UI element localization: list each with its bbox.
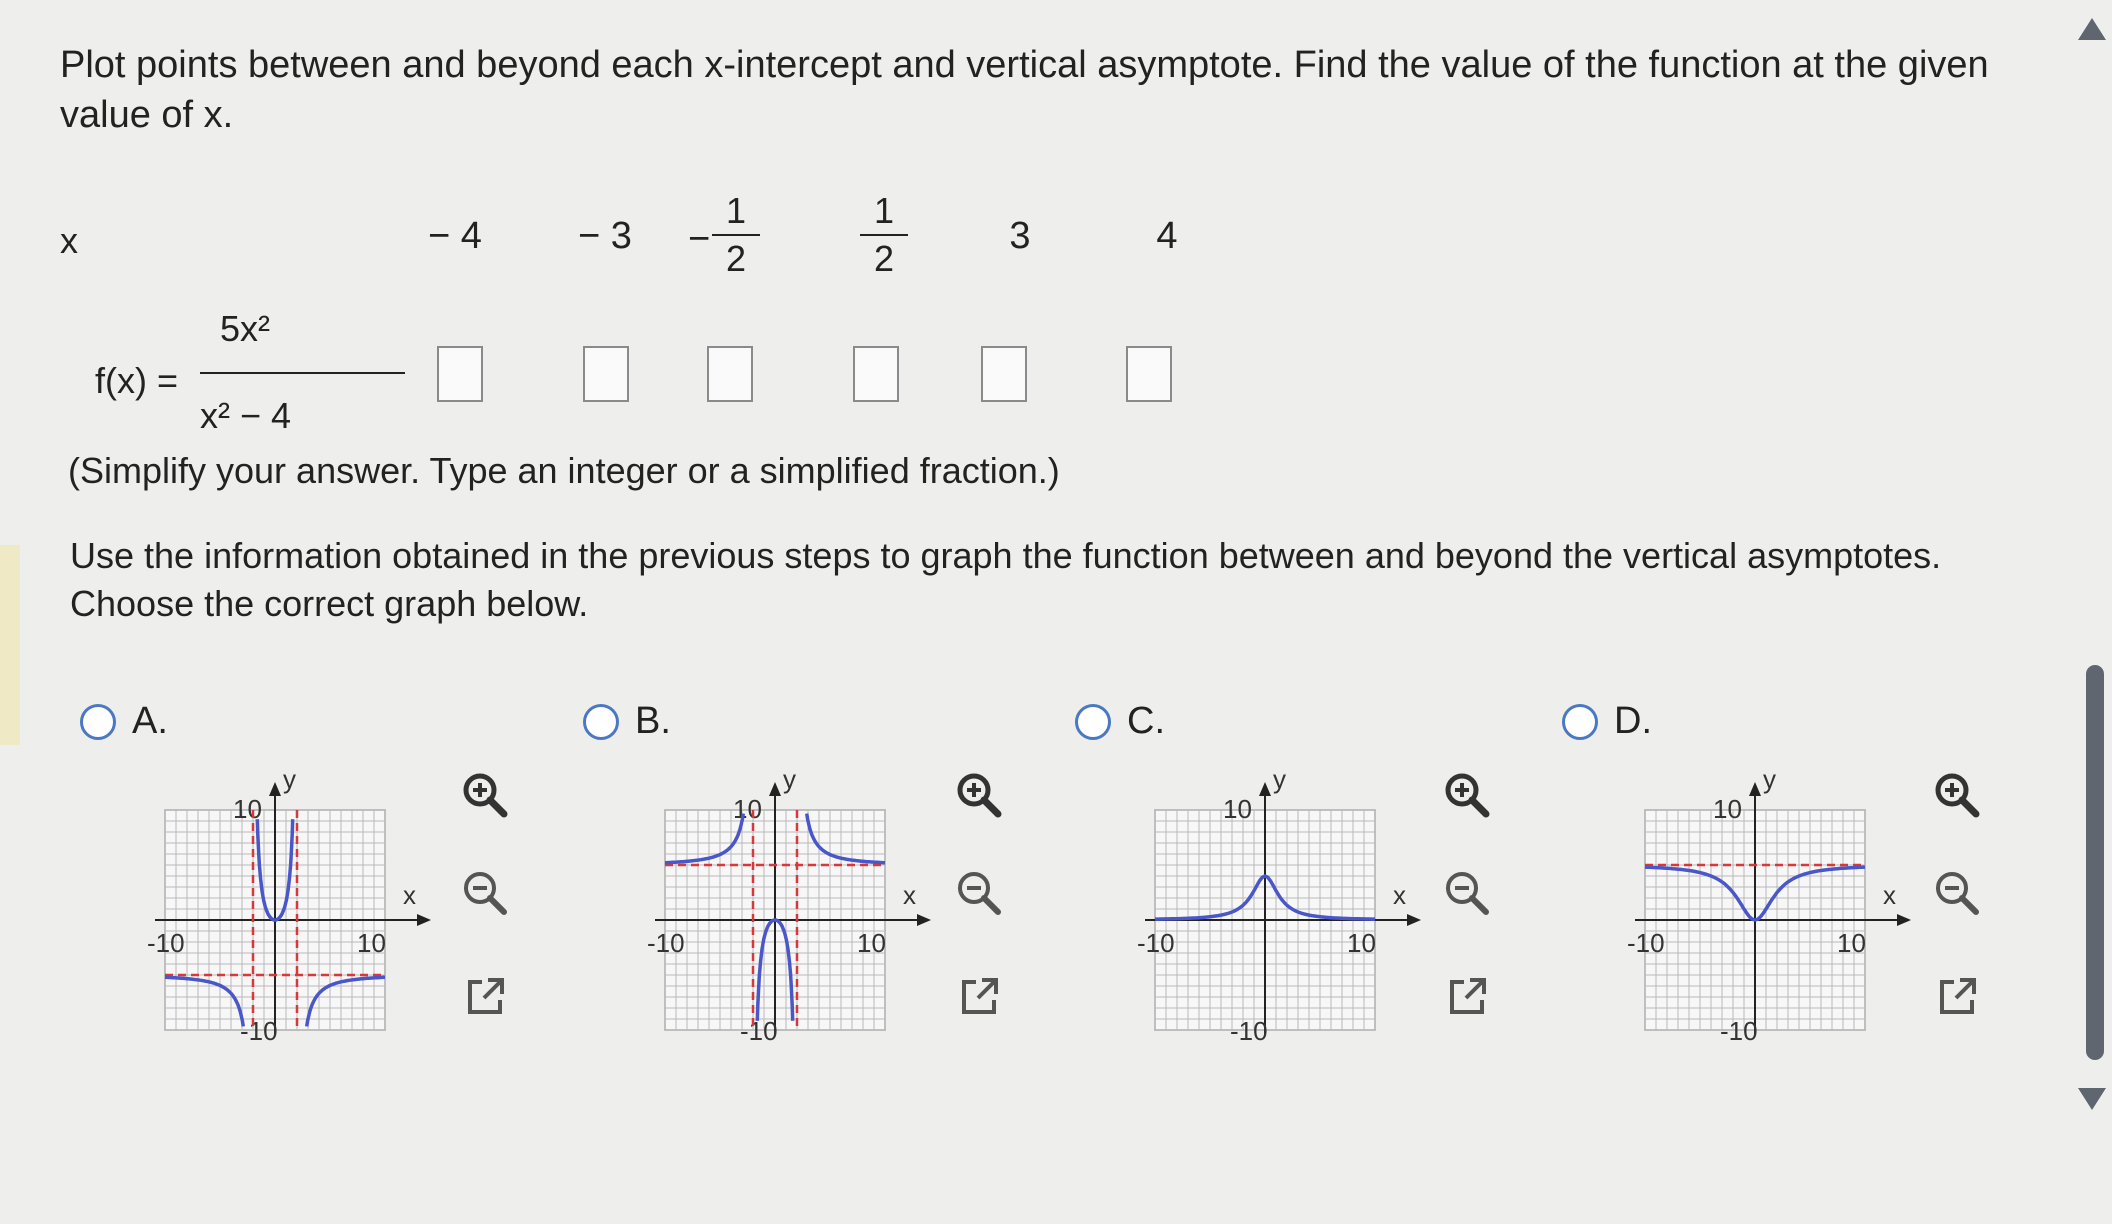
- zoom-out-icon[interactable]: [952, 866, 1008, 922]
- radio-d[interactable]: [1562, 703, 1598, 740]
- x-value-neg-half: 1 2: [706, 190, 766, 280]
- x-value-neg4: − 4: [428, 215, 482, 257]
- x-axis-arrow-icon: [417, 914, 431, 926]
- fraction-numerator: 1: [873, 190, 895, 231]
- y-tick-label-neg10: -10: [1720, 1016, 1758, 1046]
- radio-c[interactable]: [1075, 703, 1111, 740]
- answer-input-4[interactable]: [1126, 346, 1172, 402]
- y-tick-label-10: 10: [733, 794, 762, 824]
- scroll-up-arrow-icon[interactable]: [2078, 18, 2106, 40]
- external-link-icon[interactable]: [1440, 968, 1496, 1024]
- function-label: f(x) =: [95, 360, 179, 401]
- x-value-neg3: − 3: [578, 215, 632, 257]
- external-link-icon[interactable]: [458, 968, 514, 1024]
- x-value-half: 1 2: [854, 190, 914, 280]
- fraction-denominator: 2: [873, 238, 895, 279]
- x-tick-label-neg10: -10: [647, 928, 685, 958]
- x-axis-arrow-icon: [1407, 914, 1421, 926]
- external-link-icon[interactable]: [952, 968, 1008, 1024]
- y-axis-arrow-icon: [1749, 782, 1761, 796]
- x-row-label: x: [60, 220, 78, 261]
- y-axis-arrow-icon: [1259, 782, 1271, 796]
- graph-option-c: y x 10 -10 -10 10: [1137, 764, 1421, 1046]
- left-accent-bar: [0, 545, 20, 745]
- scroll-down-arrow-icon[interactable]: [2078, 1088, 2106, 1110]
- answer-input-neg-half[interactable]: [707, 346, 753, 402]
- x-axis-label: x: [903, 880, 916, 910]
- y-tick-label-neg10: -10: [240, 1016, 278, 1046]
- external-link-icon[interactable]: [1930, 968, 1986, 1024]
- option-a-label: A.: [132, 700, 168, 742]
- zoom-in-icon[interactable]: [952, 768, 1008, 824]
- answer-hint: (Simplify your answer. Type an integer o…: [68, 450, 1060, 491]
- x-axis-arrow-icon: [917, 914, 931, 926]
- answer-input-neg4[interactable]: [437, 346, 483, 402]
- radio-b[interactable]: [583, 703, 619, 740]
- x-axis-label: x: [1883, 880, 1896, 910]
- fraction-bar: [712, 234, 760, 236]
- zoom-in-icon[interactable]: [1440, 768, 1496, 824]
- x-axis-label: x: [403, 880, 416, 910]
- x-tick-label-10: 10: [857, 928, 886, 958]
- y-axis-arrow-icon: [769, 782, 781, 796]
- function-fraction-bar: [200, 372, 405, 374]
- scrollbar[interactable]: [2072, 0, 2112, 1224]
- x-axis-label: x: [1393, 880, 1406, 910]
- y-axis-label: y: [783, 764, 796, 794]
- option-c-label: C.: [1127, 700, 1165, 742]
- y-tick-label-10: 10: [1713, 794, 1742, 824]
- zoom-out-icon[interactable]: [458, 866, 514, 922]
- zoom-in-icon[interactable]: [1930, 768, 1986, 824]
- x-value-4: 4: [1156, 215, 1178, 257]
- question-prompt: Plot points between and beyond each x-in…: [60, 44, 1989, 136]
- fraction-denominator: 2: [725, 238, 747, 279]
- radio-a[interactable]: [80, 703, 116, 740]
- zoom-out-icon[interactable]: [1440, 866, 1496, 922]
- zoom-out-icon[interactable]: [1930, 866, 1986, 922]
- y-axis-label: y: [1763, 764, 1776, 794]
- graph-option-a: yx10-10-10 10: [147, 764, 431, 1046]
- option-c[interactable]: C.: [1075, 700, 1165, 743]
- x-tick-label-neg10: -10: [147, 928, 185, 958]
- y-axis-label: y: [283, 764, 296, 794]
- scrollbar-thumb[interactable]: [2086, 665, 2104, 1060]
- x-tick-label-10: 10: [1347, 928, 1376, 958]
- function-denominator: x² − 4: [200, 395, 292, 436]
- y-tick-label-neg10: -10: [1230, 1016, 1268, 1046]
- answer-input-neg3[interactable]: [583, 346, 629, 402]
- option-d[interactable]: D.: [1562, 700, 1652, 743]
- y-axis-arrow-icon: [269, 782, 281, 796]
- option-b-label: B.: [635, 700, 671, 742]
- answer-input-half[interactable]: [853, 346, 899, 402]
- function-numerator: 5x²: [220, 308, 271, 349]
- x-axis-arrow-icon: [1897, 914, 1911, 926]
- graph-instruction: Use the information obtained in the prev…: [70, 535, 1942, 624]
- zoom-in-icon[interactable]: [458, 768, 514, 824]
- x-tick-label-10: 10: [1837, 928, 1866, 958]
- y-tick-label-10: 10: [1223, 794, 1252, 824]
- x-value-3: 3: [1009, 215, 1031, 257]
- x-tick-label-10: 10: [357, 928, 386, 958]
- option-b[interactable]: B.: [583, 700, 671, 743]
- fraction-numerator: 1: [725, 190, 747, 231]
- graph-option-d: y x 10 -10 -10 10: [1627, 764, 1911, 1046]
- option-a[interactable]: A.: [80, 700, 168, 743]
- x-tick-label-neg10: -10: [1627, 928, 1665, 958]
- option-d-label: D.: [1614, 700, 1652, 742]
- x-tick-label-neg10: -10: [1137, 928, 1175, 958]
- answer-input-3[interactable]: [981, 346, 1027, 402]
- fraction-bar: [860, 234, 908, 236]
- y-axis-label: y: [1273, 764, 1286, 794]
- graph-option-b: yx10-10-10 10: [647, 764, 931, 1046]
